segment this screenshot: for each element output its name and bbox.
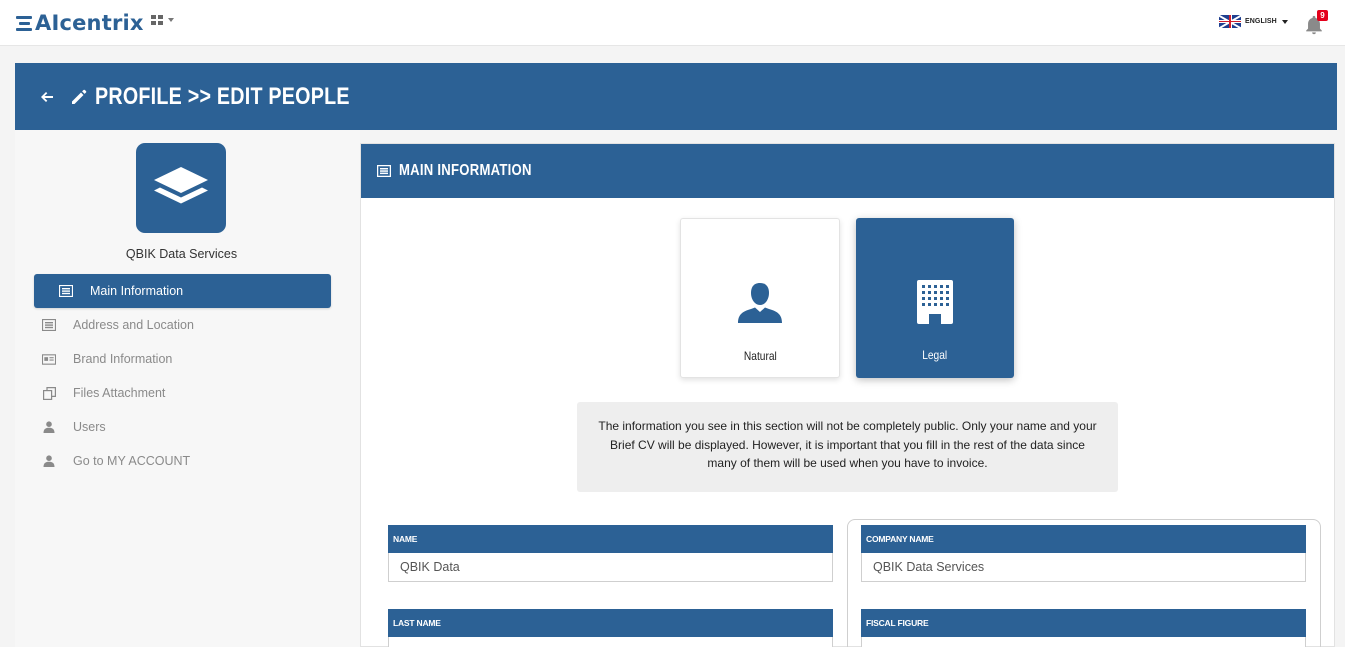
list-icon [377,165,391,177]
top-bar: AIcentrix ENGLISH 9 [0,0,1345,46]
sidebar-item-label: Main Information [90,284,184,298]
sidebar: QBIK Data Services Main Information Addr… [15,130,360,647]
sidebar-item-label: Files Attachment [73,386,166,400]
list-icon [42,318,56,332]
name-field: NAME [388,525,833,582]
person-icon [736,279,784,327]
company-name: QBIK Data Services [125,247,238,261]
person-type-legal[interactable]: Legal [856,218,1014,378]
chevron-down-icon [168,18,174,22]
name-label: NAME [388,525,833,553]
company-name-field: COMPANY NAME [861,525,1306,582]
company-name-label: COMPANY NAME [861,525,1306,553]
fiscal-figure-label: FISCAL FIGURE [861,609,1306,637]
main-information-panel: MAIN INFORMATION Natural Legal The infor… [360,143,1335,647]
back-arrow-icon[interactable] [39,89,55,105]
privacy-info-box: The information you see in this section … [577,402,1118,492]
language-selector[interactable]: ENGLISH [1219,15,1288,28]
sidebar-nav: Main Information Address and Location Br… [34,274,331,478]
id-card-icon [42,352,56,366]
last-name-input[interactable] [388,637,833,647]
grid-icon [151,15,163,25]
name-input[interactable] [388,553,833,582]
list-icon [59,284,73,298]
chevron-down-icon [1281,19,1288,24]
copy-icon [42,386,56,400]
sidebar-item-files-attachment[interactable]: Files Attachment [34,376,331,410]
sidebar-item-main-information[interactable]: Main Information [34,274,331,308]
user-icon [42,454,56,468]
language-label: ENGLISH [1245,18,1277,25]
person-type-label: Legal [922,348,948,362]
logo-text: AIcentrix [35,11,144,35]
page-title: PROFILE >> EDIT PEOPLE [95,82,350,110]
company-logo [136,143,226,233]
sidebar-item-label: Brand Information [73,352,173,366]
notification-badge: 9 [1317,10,1328,21]
sidebar-item-brand-information[interactable]: Brand Information [34,342,331,376]
sidebar-item-label: Go to MY ACCOUNT [73,454,191,468]
section-title: MAIN INFORMATION [399,162,532,179]
sidebar-item-go-to-my-account[interactable]: Go to MY ACCOUNT [34,444,331,478]
pencil-icon [72,89,87,104]
last-name-field: LAST NAME [388,609,833,647]
notifications-button[interactable]: 9 [1303,10,1328,36]
uk-flag-icon [1219,15,1241,28]
company-name-input[interactable] [861,553,1306,582]
layers-icon [154,167,208,204]
apps-menu-button[interactable] [151,15,174,25]
building-icon [911,278,959,326]
person-type-label: Natural [743,349,777,363]
app-logo[interactable]: AIcentrix [16,9,144,37]
fiscal-figure-field: FISCAL FIGURE [861,609,1306,647]
sidebar-item-users[interactable]: Users [34,410,331,444]
person-type-natural[interactable]: Natural [680,218,840,378]
page-header: PROFILE >> EDIT PEOPLE [15,63,1337,130]
sidebar-item-address-and-location[interactable]: Address and Location [34,308,331,342]
last-name-label: LAST NAME [388,609,833,637]
fiscal-figure-input[interactable] [861,637,1306,647]
user-icon [42,420,56,434]
sidebar-item-label: Address and Location [73,318,194,332]
sidebar-item-label: Users [73,420,106,434]
logo-mark-icon [16,12,34,34]
panel-header: MAIN INFORMATION [361,144,1334,198]
